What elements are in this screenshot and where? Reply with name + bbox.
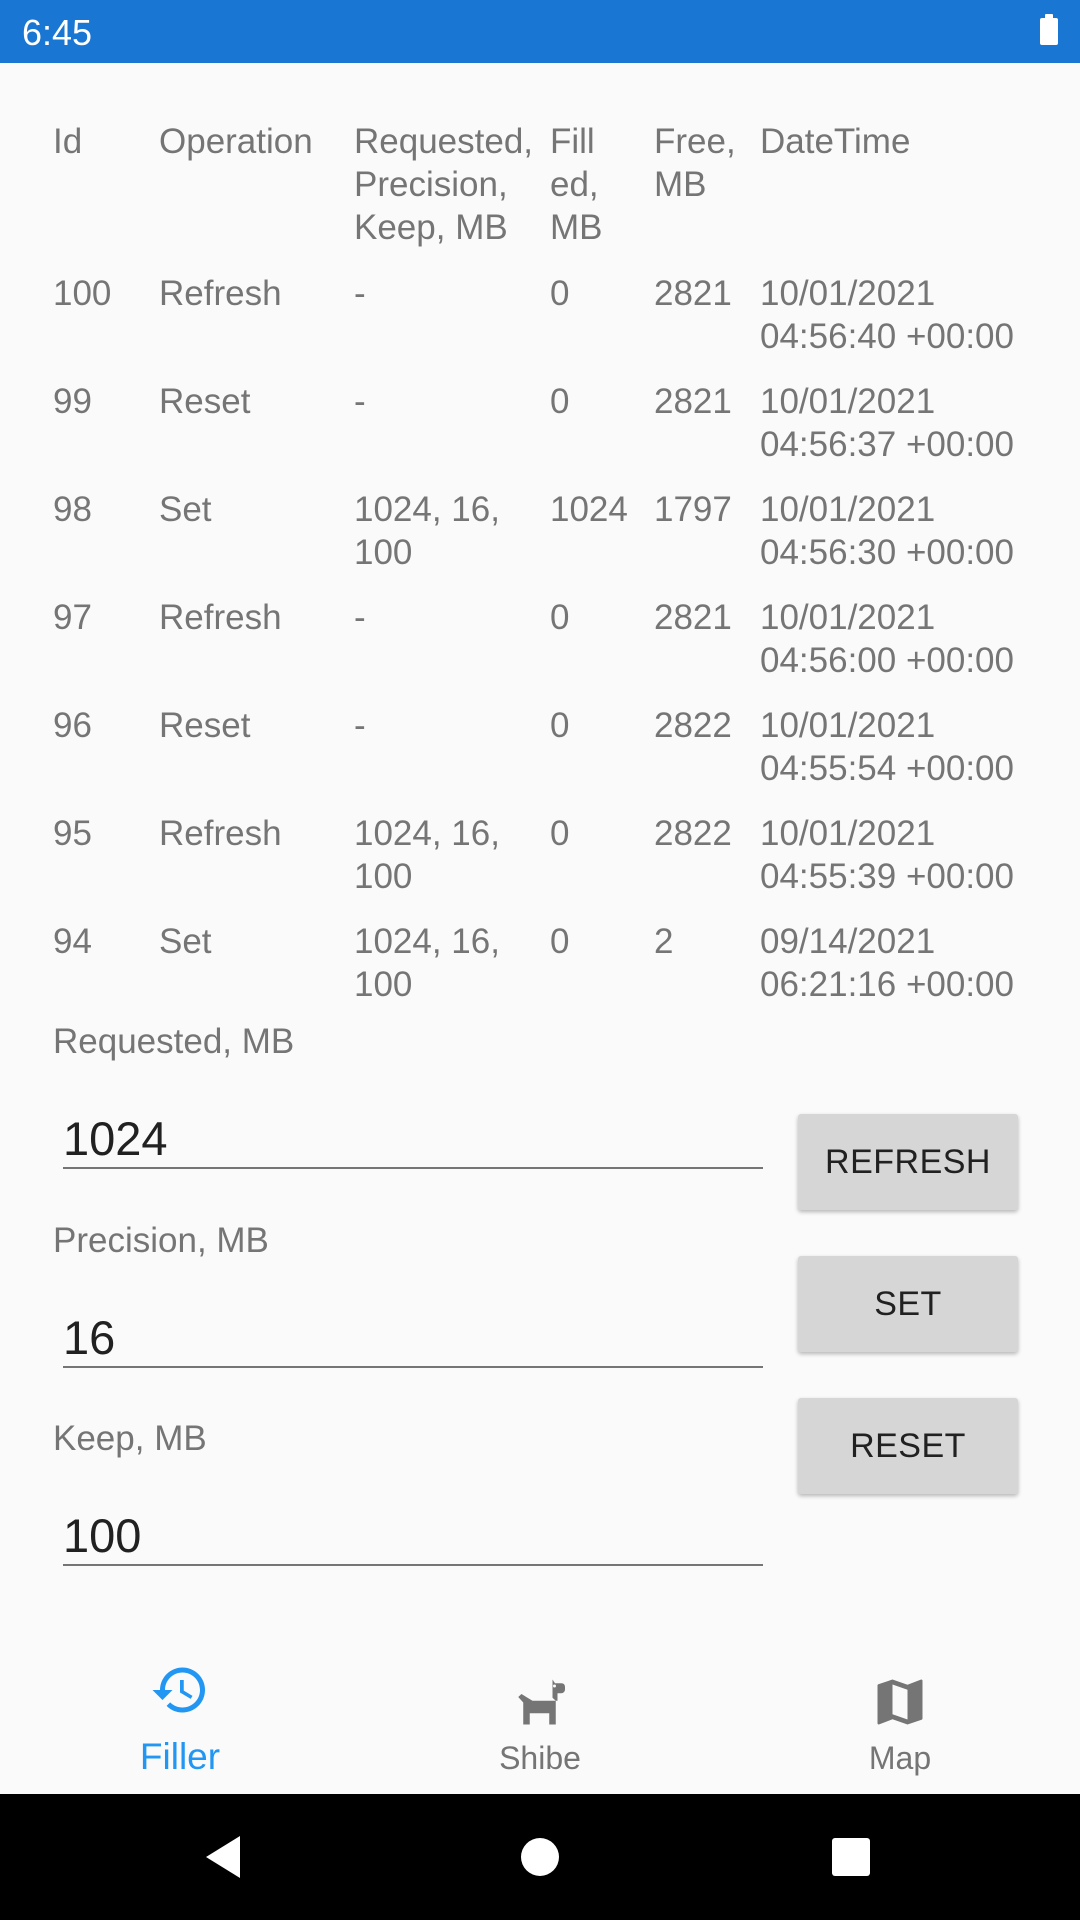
table-row: 100 Refresh - 0 2821 10/01/2021 04:56:40… <box>53 272 1043 380</box>
cell-requested: - <box>354 382 366 421</box>
column-header-requested: Requested, Precision, Keep, MB <box>354 122 534 247</box>
system-navigation-bar <box>0 1794 1080 1920</box>
keep-label: Keep, MB <box>53 1419 207 1458</box>
cell-id: 100 <box>53 274 112 313</box>
cell-filled: 1024 <box>550 490 628 529</box>
precision-label: Precision, MB <box>53 1221 269 1260</box>
cell-operation: Refresh <box>159 274 282 313</box>
cell-filled: 0 <box>550 382 570 421</box>
cell-filled: 0 <box>550 274 570 313</box>
table-row: 94 Set 1024, 16, 100 0 2 09/14/2021 06:2… <box>53 920 1043 1028</box>
cell-requested: - <box>354 274 366 313</box>
requested-input[interactable] <box>63 1109 763 1169</box>
cell-datetime: 10/01/2021 04:56:40 +00:00 <box>760 274 1014 356</box>
back-icon[interactable] <box>200 1832 250 1882</box>
cell-requested: - <box>354 598 366 637</box>
cell-datetime: 10/01/2021 04:55:39 +00:00 <box>760 814 1014 896</box>
cell-datetime: 10/01/2021 04:55:54 +00:00 <box>760 706 1014 788</box>
nav-item-map[interactable]: Map <box>720 1640 1080 1794</box>
cell-free: 2822 <box>654 706 732 745</box>
map-icon <box>877 1679 923 1725</box>
refresh-button[interactable]: REFRESH <box>798 1114 1018 1210</box>
battery-full-icon <box>1040 14 1058 45</box>
cell-datetime: 10/01/2021 04:56:30 +00:00 <box>760 490 1014 572</box>
cell-filled: 0 <box>550 598 570 637</box>
cell-operation: Set <box>159 490 212 529</box>
cell-requested: 1024, 16, 100 <box>354 490 500 572</box>
cell-operation: Refresh <box>159 814 282 853</box>
cell-id: 96 <box>53 706 92 745</box>
column-header-filled: Fill ed, MB <box>550 122 603 247</box>
cell-id: 94 <box>53 922 92 961</box>
nav-label-shibe: Shibe <box>499 1740 581 1776</box>
cell-free: 1797 <box>654 490 732 529</box>
set-button[interactable]: SET <box>798 1256 1018 1352</box>
requested-label: Requested, MB <box>53 1022 295 1061</box>
status-time: 6:45 <box>22 12 93 53</box>
cell-id: 98 <box>53 490 92 529</box>
cell-free: 2821 <box>654 382 732 421</box>
cell-free: 2821 <box>654 598 732 637</box>
cell-free: 2821 <box>654 274 732 313</box>
column-header-datetime: DateTime <box>760 122 911 161</box>
cell-operation: Set <box>159 922 212 961</box>
operations-table: Id Operation Requested, Precision, Keep,… <box>53 120 1043 1028</box>
nav-label-map: Map <box>868 1740 932 1776</box>
table-row: 98 Set 1024, 16, 100 1024 1797 10/01/202… <box>53 488 1043 596</box>
reset-button[interactable]: RESET <box>798 1398 1018 1494</box>
cell-free: 2822 <box>654 814 732 853</box>
precision-input[interactable] <box>63 1308 763 1368</box>
keep-input[interactable] <box>63 1506 763 1566</box>
nav-item-shibe[interactable]: Shibe <box>360 1640 720 1794</box>
cell-id: 99 <box>53 382 92 421</box>
cell-filled: 0 <box>550 922 570 961</box>
cell-filled: 0 <box>550 814 570 853</box>
cell-requested: 1024, 16, 100 <box>354 922 500 1004</box>
cell-id: 95 <box>53 814 92 853</box>
cell-operation: Reset <box>159 706 251 745</box>
column-header-free: Free, MB <box>654 122 736 204</box>
table-row: 97 Refresh - 0 2821 10/01/2021 04:56:00 … <box>53 596 1043 704</box>
cell-datetime: 10/01/2021 04:56:00 +00:00 <box>760 598 1014 680</box>
cell-filled: 0 <box>550 706 570 745</box>
cell-datetime: 09/14/2021 06:21:16 +00:00 <box>760 922 1014 1004</box>
cell-requested: - <box>354 706 366 745</box>
recents-icon[interactable] <box>826 1832 876 1882</box>
cell-datetime: 10/01/2021 04:56:37 +00:00 <box>760 382 1014 464</box>
home-icon[interactable] <box>515 1832 565 1882</box>
bottom-navigation: Filler Shibe Map <box>0 1640 1080 1794</box>
history-icon <box>152 1667 205 1713</box>
status-bar: 6:45 <box>0 0 1080 63</box>
cell-operation: Refresh <box>159 598 282 637</box>
cell-id: 97 <box>53 598 92 637</box>
cell-free: 2 <box>654 922 674 961</box>
table-header-row: Id Operation Requested, Precision, Keep,… <box>53 120 1043 272</box>
cell-operation: Reset <box>159 382 251 421</box>
nav-item-filler[interactable]: Filler <box>0 1640 360 1794</box>
column-header-operation: Operation <box>159 122 313 161</box>
table-row: 99 Reset - 0 2821 10/01/2021 04:56:37 +0… <box>53 380 1043 488</box>
cell-requested: 1024, 16, 100 <box>354 814 500 896</box>
table-row: 96 Reset - 0 2822 10/01/2021 04:55:54 +0… <box>53 704 1043 812</box>
dog-icon <box>518 1679 565 1725</box>
table-row: 95 Refresh 1024, 16, 100 0 2822 10/01/20… <box>53 812 1043 920</box>
nav-label-filler: Filler <box>139 1736 221 1777</box>
column-header-id: Id <box>53 122 83 161</box>
